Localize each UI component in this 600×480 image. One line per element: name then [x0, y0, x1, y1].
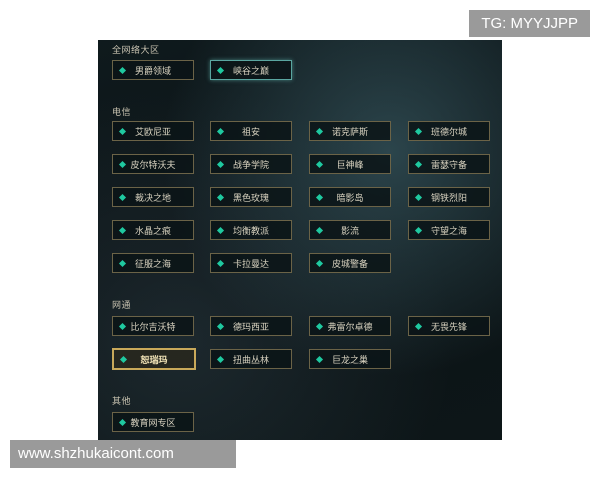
- server-button[interactable]: 扭曲丛林: [210, 349, 292, 369]
- section-label-all: 全网络大区: [112, 46, 160, 56]
- server-button[interactable]: 巨神峰: [309, 154, 391, 174]
- diamond-icon: [414, 160, 423, 169]
- server-button[interactable]: 卡拉曼达: [210, 253, 292, 273]
- diamond-icon: [118, 259, 127, 268]
- diamond-icon: [216, 259, 225, 268]
- server-button[interactable]: 峡谷之巅: [210, 60, 292, 80]
- server-button[interactable]: 黑色玫瑰: [210, 187, 292, 207]
- diamond-icon: [315, 160, 324, 169]
- diamond-icon: [315, 322, 324, 331]
- watermark-bottom: www.shzhukaicont.com: [10, 440, 236, 468]
- diamond-icon: [315, 226, 324, 235]
- server-button[interactable]: 守望之海: [408, 220, 490, 240]
- diamond-icon: [216, 322, 225, 331]
- diamond-icon: [414, 322, 423, 331]
- server-button[interactable]: 艾欧尼亚: [112, 121, 194, 141]
- server-button[interactable]: 弗雷尔卓德: [309, 316, 391, 336]
- server-button[interactable]: 巨龙之巢: [309, 349, 391, 369]
- section-label-netcom: 网通: [112, 301, 132, 311]
- server-button[interactable]: 皮城警备: [309, 253, 391, 273]
- diamond-icon: [119, 355, 128, 364]
- diamond-icon: [118, 127, 127, 136]
- server-button[interactable]: 班德尔城: [408, 121, 490, 141]
- diamond-icon: [216, 66, 225, 75]
- diamond-icon: [118, 226, 127, 235]
- diamond-icon: [414, 127, 423, 136]
- diamond-icon: [414, 193, 423, 202]
- server-button[interactable]: 诺克萨斯: [309, 121, 391, 141]
- server-button[interactable]: 皮尔特沃夫: [112, 154, 194, 174]
- server-button[interactable]: 祖安: [210, 121, 292, 141]
- diamond-icon: [118, 418, 127, 427]
- server-button[interactable]: 均衡教派: [210, 220, 292, 240]
- diamond-icon: [216, 127, 225, 136]
- diamond-icon: [216, 355, 225, 364]
- diamond-icon: [315, 193, 324, 202]
- server-button[interactable]: 德玛西亚: [210, 316, 292, 336]
- server-button[interactable]: 征服之海: [112, 253, 194, 273]
- diamond-icon: [216, 160, 225, 169]
- section-label-telecom: 电信: [112, 108, 132, 118]
- server-button[interactable]: 水晶之痕: [112, 220, 194, 240]
- server-button[interactable]: 无畏先锋: [408, 316, 490, 336]
- diamond-icon: [315, 127, 324, 136]
- diamond-icon: [118, 160, 127, 169]
- server-button[interactable]: 雷瑟守备: [408, 154, 490, 174]
- server-button[interactable]: 钢铁烈阳: [408, 187, 490, 207]
- server-button[interactable]: 影流: [309, 220, 391, 240]
- server-button[interactable]: 教育网专区: [112, 412, 194, 432]
- server-button[interactable]: 男爵领域: [112, 60, 194, 80]
- diamond-icon: [216, 193, 225, 202]
- diamond-icon: [315, 355, 324, 364]
- server-button[interactable]: 暗影岛: [309, 187, 391, 207]
- server-button[interactable]: 裁决之地: [112, 187, 194, 207]
- section-label-other: 其他: [112, 397, 132, 407]
- server-select-panel: 全网络大区 男爵领域 峡谷之巅 电信 艾欧尼亚 祖安 诺克萨斯 班德尔城 皮尔特…: [98, 40, 502, 440]
- diamond-icon: [118, 193, 127, 202]
- diamond-icon: [414, 226, 423, 235]
- server-button[interactable]: 比尔吉沃特: [112, 316, 194, 336]
- diamond-icon: [118, 322, 127, 331]
- server-button[interactable]: 战争学院: [210, 154, 292, 174]
- diamond-icon: [315, 259, 324, 268]
- diamond-icon: [216, 226, 225, 235]
- watermark-top: TG: MYYJJPP: [469, 10, 590, 37]
- server-button-selected[interactable]: 恕瑞玛: [112, 348, 196, 370]
- diamond-icon: [118, 66, 127, 75]
